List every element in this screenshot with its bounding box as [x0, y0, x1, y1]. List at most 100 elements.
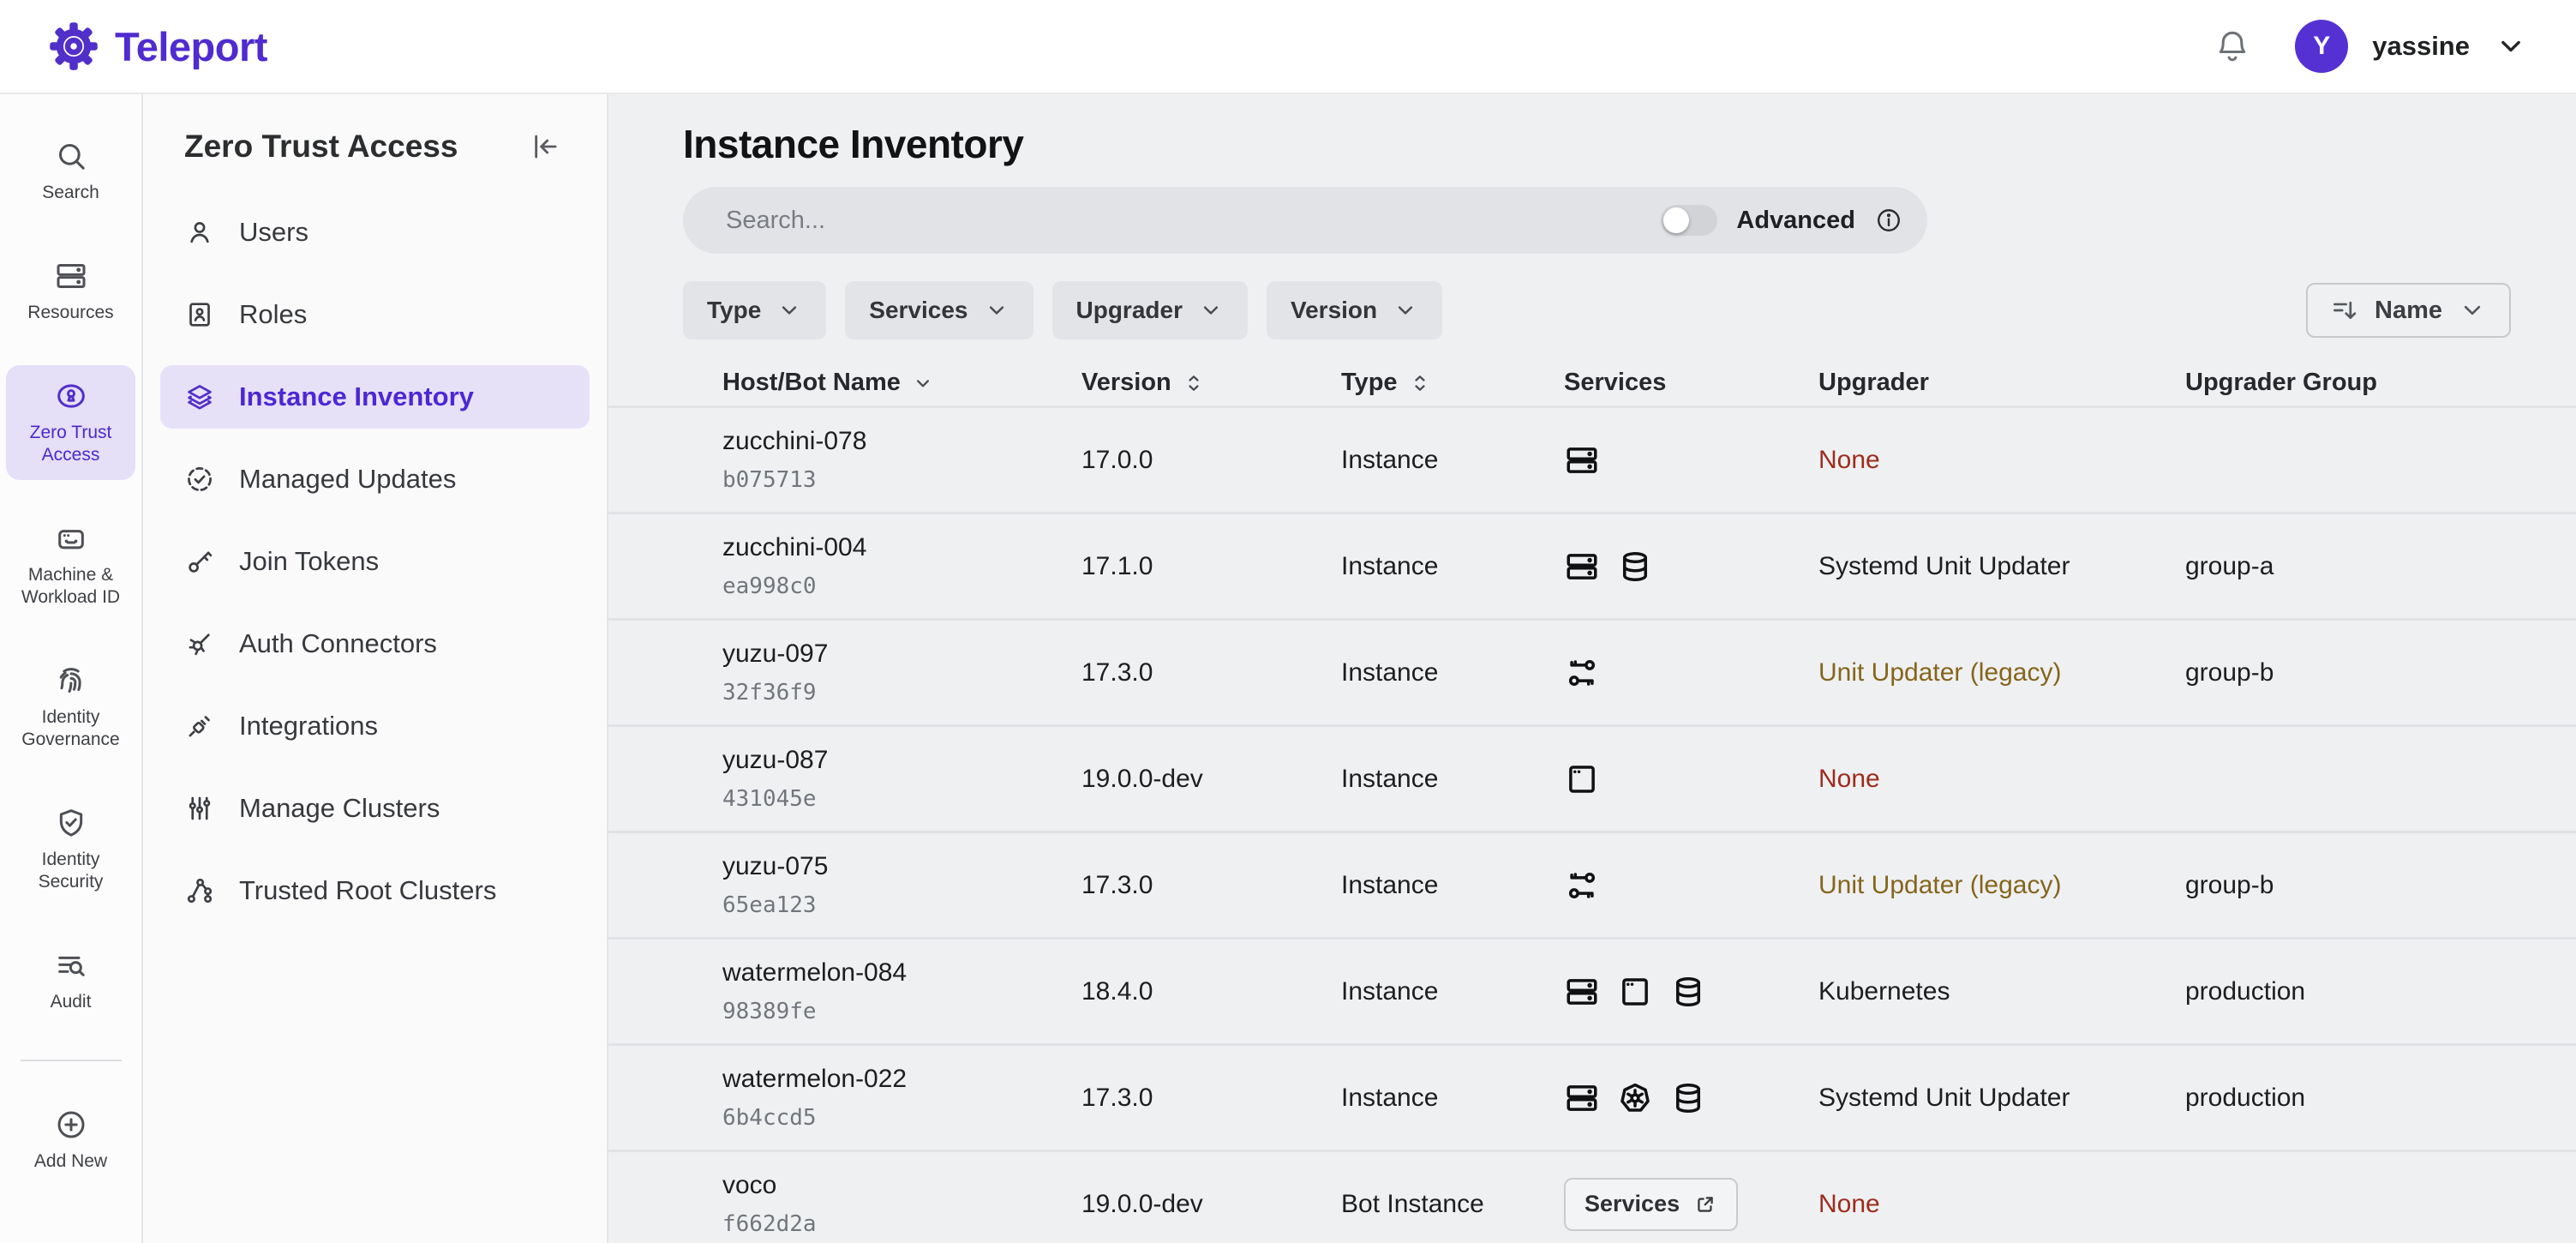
- sidebar-item-label: Trusted Root Clusters: [239, 875, 496, 906]
- plug-icon: [184, 711, 215, 742]
- chevron-down-icon: [2458, 296, 2487, 325]
- services-cell: [1564, 655, 1818, 691]
- sidebar-item-roles[interactable]: Roles: [160, 283, 590, 346]
- teleport-logo[interactable]: Teleport: [48, 21, 267, 72]
- upgrader-cell: Unit Updater (legacy): [1818, 658, 2185, 688]
- rail-item-zero-trust-access[interactable]: Zero Trust Access: [6, 365, 135, 480]
- sidebar-item-auth-connectors[interactable]: Auth Connectors: [160, 612, 590, 676]
- database-icon: [1670, 1080, 1706, 1116]
- toggle-knob: [1663, 207, 1689, 233]
- app-shell: Search Resources Zero Trust Access Machine …: [0, 94, 2576, 1243]
- filter-upgrader-button[interactable]: Upgrader: [1052, 281, 1248, 339]
- search-bar: Advanced: [683, 187, 1927, 254]
- sort-button[interactable]: Name: [2306, 283, 2511, 338]
- services-cell: Services: [1564, 1178, 1818, 1231]
- external-link-icon: [1693, 1192, 1717, 1216]
- rail-item-resources[interactable]: Resources: [6, 245, 135, 338]
- rail-item-identity-security[interactable]: Identity Security: [6, 792, 135, 907]
- audit-icon: [54, 948, 88, 982]
- user-menu[interactable]: Y yassine: [2295, 20, 2528, 73]
- host-name-cell: yuzu-09732f36f9: [722, 640, 1081, 706]
- host-name: watermelon-022: [722, 1065, 1081, 1094]
- sidebar-item-trusted-root-clusters[interactable]: Trusted Root Clusters: [160, 859, 590, 922]
- identity-security-icon: [54, 806, 88, 840]
- filter-services-button[interactable]: Services: [845, 281, 1033, 339]
- sidebar-item-instance-inventory[interactable]: Instance Inventory: [160, 365, 590, 429]
- host-name-cell: yuzu-075 65ea123: [722, 852, 1081, 918]
- table-row: yuzu-09732f36f917.3.0InstanceUnit Update…: [608, 621, 2576, 727]
- sort-label: Name: [2375, 297, 2442, 325]
- rail-item-label: Identity Security: [11, 849, 130, 893]
- chevron-down-icon: [984, 297, 1009, 323]
- column-header-type[interactable]: Type: [1341, 369, 1564, 397]
- host-id: ea998c0: [722, 573, 1081, 599]
- host-name: yuzu-075: [722, 852, 1081, 881]
- rail-item-label: Machine & Workload ID: [11, 564, 130, 609]
- table-row: watermelon-08498389fe18.4.0InstanceKuber…: [608, 940, 2576, 1046]
- upgrader-group-cell: production: [2185, 977, 2511, 1006]
- rail-item-label: Add New: [34, 1150, 107, 1173]
- identity-governance-icon: [54, 664, 88, 698]
- rail-item-identity-governance[interactable]: Identity Governance: [6, 650, 135, 765]
- layers-icon: [184, 381, 215, 412]
- column-header-host-bot-name[interactable]: Host/Bot Name: [722, 369, 1081, 397]
- resources-icon: [54, 259, 88, 293]
- toolbar: Type Services Upgrader Version Name: [683, 281, 2511, 339]
- sidebar-item-managed-updates[interactable]: Managed Updates: [160, 447, 590, 511]
- sidebar-item-integrations[interactable]: Integrations: [160, 694, 590, 758]
- upgrader-group-cell: group-b: [2185, 871, 2511, 900]
- column-label: Upgrader Group: [2185, 369, 2377, 397]
- filter-type-button[interactable]: Type: [683, 281, 826, 339]
- host-name-cell: vocof662d2a: [722, 1171, 1081, 1237]
- keys-icon: [1564, 868, 1600, 904]
- host-name: zucchini-078: [722, 427, 1081, 456]
- column-label: Type: [1341, 369, 1398, 397]
- search-input[interactable]: [724, 206, 1661, 236]
- type-cell: Bot Instance: [1341, 1190, 1564, 1219]
- sidebar-item-label: Integrations: [239, 711, 378, 742]
- rail-item-label: Audit: [51, 991, 92, 1013]
- icon-rail: Search Resources Zero Trust Access Machine …: [0, 94, 143, 1243]
- services-cell: [1564, 549, 1818, 585]
- window-icon: [1564, 761, 1600, 797]
- sidebar-item-manage-clusters[interactable]: Manage Clusters: [160, 777, 590, 840]
- services-button-label: Services: [1585, 1191, 1680, 1217]
- clock-check-icon: [184, 464, 215, 495]
- column-header-version[interactable]: Version: [1081, 369, 1341, 397]
- host-name: yuzu-087: [722, 746, 1081, 775]
- connector-icon: [184, 628, 215, 659]
- notifications-button[interactable]: [2213, 27, 2252, 66]
- caret-sort-icon: [1408, 371, 1432, 395]
- services-cell: [1564, 442, 1818, 478]
- type-cell: Instance: [1341, 1084, 1564, 1113]
- host-name-cell: zucchini-004 ea998c0: [722, 533, 1081, 599]
- host-id: 65ea123: [722, 892, 1081, 918]
- machine-id-icon: [54, 521, 88, 555]
- column-header-upgrader: Upgrader: [1818, 369, 2185, 397]
- sidebar-item-join-tokens[interactable]: Join Tokens: [160, 530, 590, 593]
- column-header-services: Services: [1564, 369, 1818, 397]
- column-label: Version: [1081, 369, 1171, 397]
- window-icon: [1617, 974, 1653, 1010]
- sidebar-item-label: Join Tokens: [239, 546, 379, 577]
- rail-item-machine-workload-id[interactable]: Machine & Workload ID: [6, 507, 135, 622]
- host-name: zucchini-004: [722, 533, 1081, 562]
- filter-label: Services: [869, 297, 967, 324]
- services-button[interactable]: Services: [1564, 1178, 1738, 1231]
- sidebar-item-users[interactable]: Users: [160, 201, 590, 264]
- rail-item-audit[interactable]: Audit: [6, 934, 135, 1027]
- user-icon: [184, 217, 215, 248]
- advanced-toggle[interactable]: [1661, 205, 1717, 236]
- advanced-info-button[interactable]: [1874, 206, 1903, 235]
- filter-label: Upgrader: [1076, 297, 1183, 324]
- host-id: b075713: [722, 467, 1081, 493]
- rail-item-search[interactable]: Search: [6, 125, 135, 218]
- rail-item-add-new[interactable]: Add New: [6, 1094, 135, 1186]
- filter-version-button[interactable]: Version: [1267, 281, 1442, 339]
- chevron-down-small-icon: [911, 371, 935, 395]
- gear-logo-icon: [48, 21, 99, 72]
- version-cell: 17.3.0: [1081, 1084, 1341, 1113]
- host-name-cell: watermelon-0226b4ccd5: [722, 1065, 1081, 1131]
- collapse-panel-button[interactable]: [528, 129, 562, 164]
- server-icon: [1564, 974, 1600, 1010]
